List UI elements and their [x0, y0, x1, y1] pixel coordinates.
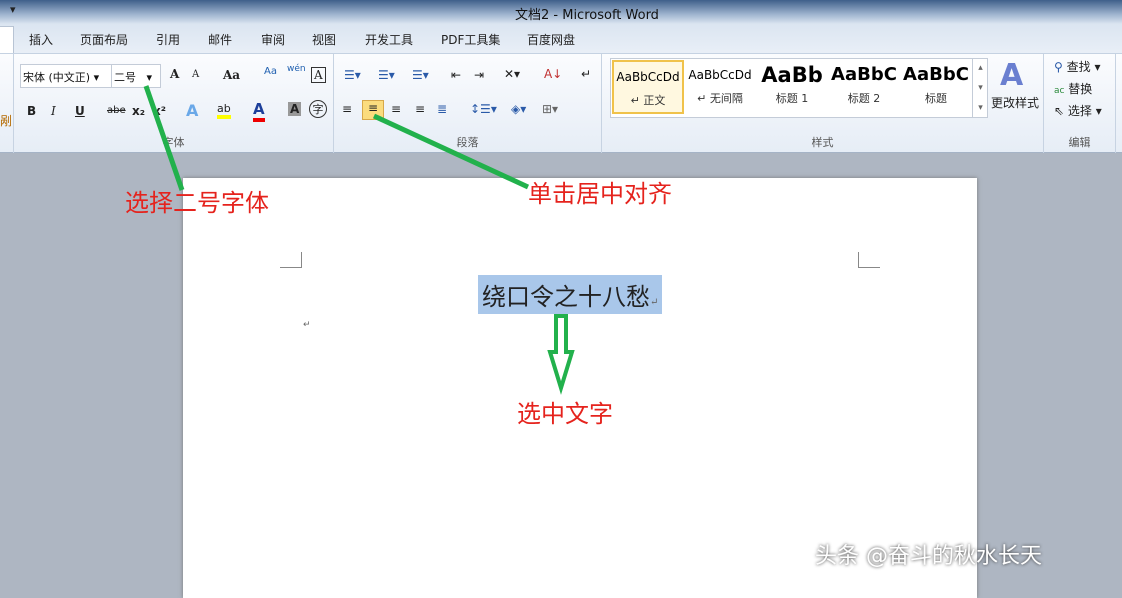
annotation-arrows [143, 85, 575, 395]
down-arrow-icon [547, 314, 575, 395]
annotation-select: 选中文字 [517, 400, 613, 428]
arrow-line-font-size [143, 85, 185, 191]
annotation-center: 单击居中对齐 [528, 180, 672, 208]
annotation-font-size: 选择二号字体 [125, 189, 269, 217]
arrow-line-center [372, 113, 530, 190]
watermark: 头条 @奋斗的秋水长天 [815, 544, 1042, 569]
